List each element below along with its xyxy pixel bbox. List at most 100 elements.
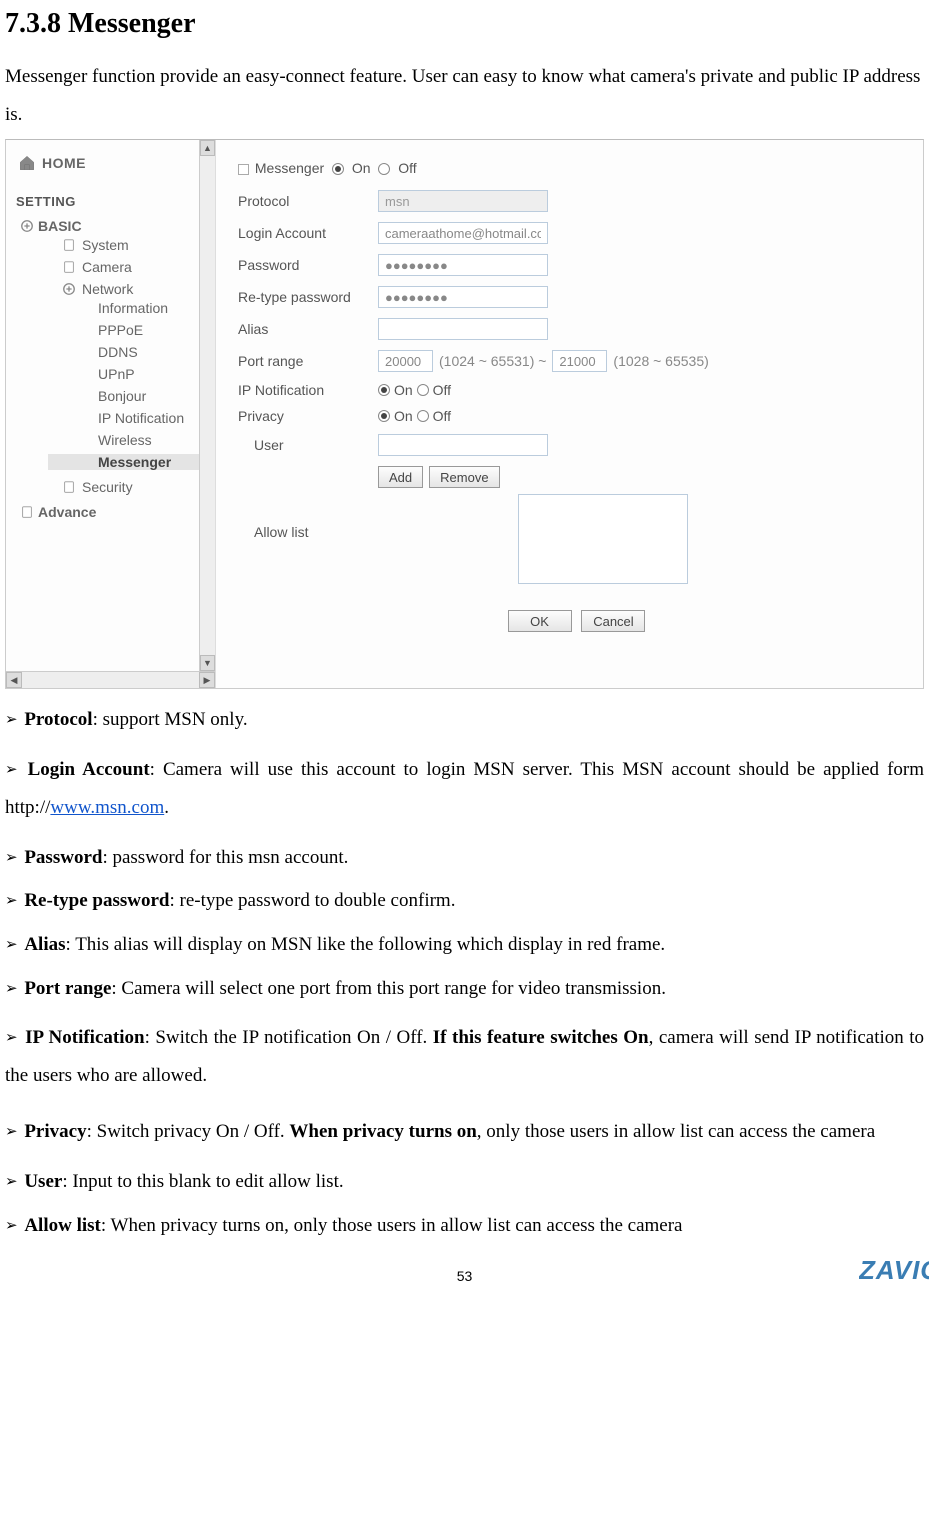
alias-input[interactable] bbox=[378, 318, 548, 340]
messenger-on-radio[interactable] bbox=[332, 163, 344, 175]
sidebar-item-security[interactable]: Security bbox=[34, 479, 199, 495]
sidebar-home[interactable]: HOME bbox=[6, 148, 199, 190]
form-title-bar: Messenger On Off bbox=[238, 160, 915, 176]
user-input[interactable] bbox=[378, 434, 548, 456]
sidebar-item-pppoe[interactable]: PPPoE bbox=[48, 322, 199, 338]
camera-label: Camera bbox=[82, 259, 132, 275]
port-from-input[interactable] bbox=[378, 350, 433, 372]
sidebar-item-upnp[interactable]: UPnP bbox=[48, 366, 199, 382]
login-account-input[interactable] bbox=[378, 222, 548, 244]
bullet-port: ➢ Port range: Camera will select one por… bbox=[5, 976, 924, 1002]
bullet-protocol: ➢ Protocol: support MSN only. bbox=[5, 707, 924, 733]
bullet-password-term: Password bbox=[24, 847, 102, 868]
ipnotif-on-radio[interactable] bbox=[378, 384, 390, 396]
alias-label: Alias bbox=[238, 321, 378, 337]
sidebar-item-advance[interactable]: Advance bbox=[20, 504, 199, 520]
upnp-label: UPnP bbox=[98, 366, 135, 382]
page-number: 53 bbox=[5, 1268, 924, 1284]
bullet-privacy: ➢ Privacy: Switch privacy On / Off. When… bbox=[5, 1113, 924, 1151]
allow-list-label: Allow list bbox=[238, 494, 378, 540]
port-range-label: Port range bbox=[238, 353, 378, 369]
privacy-on-radio[interactable] bbox=[378, 410, 390, 422]
bullet-privacy-bold: When privacy turns on bbox=[289, 1121, 476, 1142]
on-label: On bbox=[352, 160, 371, 176]
ipnotif-off-label: Off bbox=[433, 382, 451, 398]
bullet-ipnotif-term: IP Notification bbox=[25, 1027, 144, 1048]
sidebar-item-camera[interactable]: Camera bbox=[34, 259, 199, 275]
bullet-user: ➢ User: Input to this blank to edit allo… bbox=[5, 1169, 924, 1195]
sidebar-item-network[interactable]: Network bbox=[34, 281, 199, 297]
bullet-alias-term: Alias bbox=[24, 934, 65, 955]
form-pane: Messenger On Off Protocol Login Account … bbox=[216, 140, 923, 688]
bullet-retype: ➢ Re-type password: re-type password to … bbox=[5, 888, 924, 914]
advance-label: Advance bbox=[38, 504, 96, 520]
ipnotification-label: IP Notification bbox=[98, 410, 184, 426]
bullet-retype-term: Re-type password bbox=[24, 890, 169, 911]
bullet-port-text: : Camera will select one port from this … bbox=[111, 978, 666, 999]
checkbox-icon[interactable] bbox=[238, 164, 249, 175]
add-button[interactable]: Add bbox=[378, 466, 423, 488]
sidebar-item-bonjour[interactable]: Bonjour bbox=[48, 388, 199, 404]
bullet-login-suffix: . bbox=[164, 797, 169, 818]
config-screenshot: HOME SETTING BASIC bbox=[5, 139, 924, 689]
bullet-ipnotification: ➢ IP Notification: Switch the IP notific… bbox=[5, 1019, 924, 1095]
intro-text: Messenger function provide an easy-conne… bbox=[5, 58, 924, 134]
scroll-down-icon[interactable]: ▼ bbox=[200, 655, 215, 671]
page-icon bbox=[62, 238, 76, 252]
messenger-off-radio[interactable] bbox=[378, 163, 390, 175]
information-label: Information bbox=[98, 300, 168, 316]
password-label: Password bbox=[238, 257, 378, 273]
ok-button[interactable]: OK bbox=[508, 610, 572, 632]
allow-list-box[interactable] bbox=[518, 494, 688, 584]
password-input[interactable] bbox=[378, 254, 548, 276]
system-label: System bbox=[82, 237, 129, 253]
bullet-alias: ➢ Alias: This alias will display on MSN … bbox=[5, 932, 924, 958]
bullet-privacy-text2: , only those users in allow list can acc… bbox=[477, 1121, 875, 1142]
off-label: Off bbox=[398, 160, 416, 176]
cancel-button[interactable]: Cancel bbox=[581, 610, 645, 632]
port-from-hint: (1024 ~ 65531) ~ bbox=[439, 353, 546, 369]
retype-password-input[interactable] bbox=[378, 286, 548, 308]
remove-button[interactable]: Remove bbox=[429, 466, 499, 488]
bullet-privacy-term: Privacy bbox=[24, 1121, 86, 1142]
ip-notification-label: IP Notification bbox=[238, 382, 378, 398]
ipnotif-off-radio[interactable] bbox=[417, 384, 429, 396]
sidebar-item-wireless[interactable]: Wireless bbox=[48, 432, 199, 448]
sidebar-scrollbar-vertical[interactable]: ▲ ▼ bbox=[199, 140, 215, 671]
scroll-right-icon[interactable]: ▶ bbox=[199, 672, 215, 688]
login-account-label: Login Account bbox=[238, 225, 378, 241]
msn-link[interactable]: www.msn.com bbox=[50, 797, 164, 818]
bonjour-label: Bonjour bbox=[98, 388, 146, 404]
expand-icon bbox=[20, 219, 34, 233]
sidebar-home-label: HOME bbox=[42, 155, 86, 171]
bullet-user-text: : Input to this blank to edit allow list… bbox=[62, 1171, 343, 1192]
bullet-ipnotif-text1: : Switch the IP notification On / Off. bbox=[145, 1027, 433, 1048]
privacy-off-radio[interactable] bbox=[417, 410, 429, 422]
bullet-login-term: Login Account bbox=[28, 759, 150, 780]
bullet-alias-text: : This alias will display on MSN like th… bbox=[66, 934, 666, 955]
bullet-protocol-term: Protocol bbox=[24, 709, 92, 730]
bullet-privacy-text1: : Switch privacy On / Off. bbox=[87, 1121, 290, 1142]
bullet-allowlist: ➢ Allow list: When privacy turns on, onl… bbox=[5, 1213, 924, 1239]
bullet-password-text: : password for this msn account. bbox=[102, 847, 348, 868]
bullet-user-term: User bbox=[24, 1171, 62, 1192]
privacy-label: Privacy bbox=[238, 408, 378, 424]
sidebar-item-ddns[interactable]: DDNS bbox=[48, 344, 199, 360]
sidebar-item-information[interactable]: Information bbox=[48, 300, 199, 316]
bullet-retype-text: : re-type password to double confirm. bbox=[169, 890, 455, 911]
pppoe-label: PPPoE bbox=[98, 322, 143, 338]
ddns-label: DDNS bbox=[98, 344, 138, 360]
bullet-password: ➢ Password: password for this msn accoun… bbox=[5, 845, 924, 871]
scroll-left-icon[interactable]: ◀ bbox=[6, 672, 22, 688]
sidebar-item-system[interactable]: System bbox=[34, 237, 199, 253]
section-heading: 7.3.8 Messenger bbox=[5, 8, 924, 40]
sidebar-scrollbar-horizontal[interactable]: ◀ ▶ bbox=[6, 671, 215, 688]
sidebar-item-messenger[interactable]: Messenger bbox=[48, 454, 199, 470]
scroll-up-icon[interactable]: ▲ bbox=[200, 140, 215, 156]
sidebar-item-basic[interactable]: BASIC bbox=[20, 218, 199, 234]
page-icon bbox=[20, 505, 34, 519]
port-to-input[interactable] bbox=[552, 350, 607, 372]
brand-logo: ZAVIO bbox=[859, 1255, 929, 1287]
sidebar-item-ipnotification[interactable]: IP Notification bbox=[48, 410, 199, 426]
bullet-protocol-text: : support MSN only. bbox=[93, 709, 248, 730]
